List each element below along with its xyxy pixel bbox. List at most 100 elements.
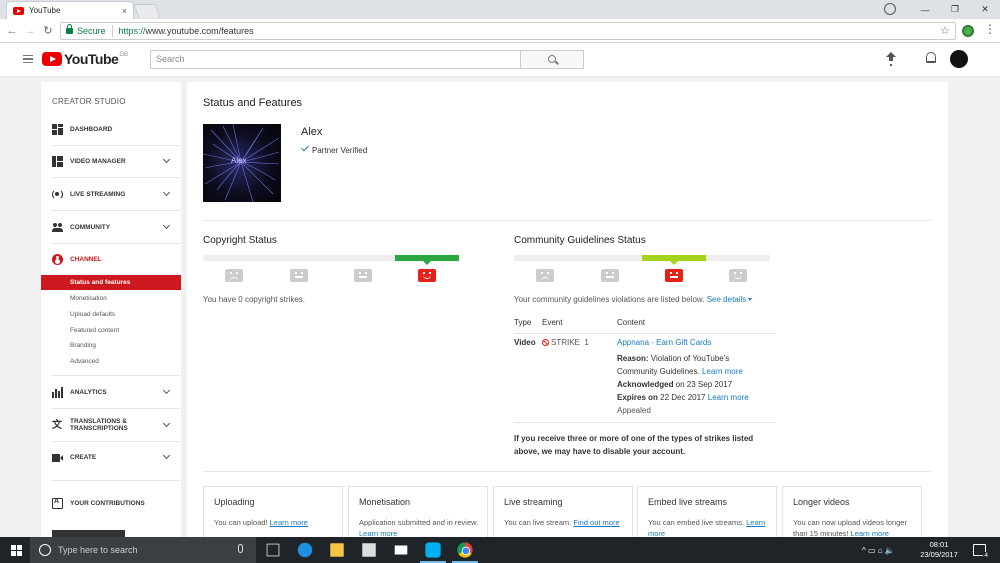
- see-details-link[interactable]: See details: [707, 295, 747, 304]
- chevron-down-icon[interactable]: [162, 188, 171, 197]
- card-text: Application submitted and in review. Lea…: [359, 517, 484, 537]
- caret-down-icon[interactable]: [748, 298, 753, 302]
- sidebar-divider: [52, 375, 180, 376]
- strike-ban-icon: [542, 339, 549, 346]
- edge-browser-icon[interactable]: [297, 542, 313, 558]
- strike-meter-segment-current: [395, 255, 459, 265]
- sidebar-item-video-manager[interactable]: VIDEO MANAGER: [41, 153, 181, 169]
- mail-icon[interactable]: [394, 545, 408, 555]
- feature-card-longer-videos[interactable]: Longer videos You can now upload videos …: [782, 486, 922, 537]
- store-icon[interactable]: [362, 543, 376, 557]
- back-arrow-icon[interactable]: ←: [4, 23, 20, 39]
- bookmark-star-icon[interactable]: ☆: [940, 24, 950, 37]
- analytics-icon: [52, 386, 63, 398]
- channel-thumbnail[interactable]: Alex: [203, 124, 281, 202]
- sidebar-subitem-upload-defaults[interactable]: Upload defaults: [41, 307, 181, 322]
- sidebar-item-dashboard[interactable]: DASHBOARD: [41, 121, 181, 137]
- url-scheme: https://: [118, 26, 146, 36]
- reload-icon[interactable]: ↻: [40, 23, 56, 39]
- reason-learn-more-link[interactable]: Learn more: [702, 367, 743, 376]
- skype-icon[interactable]: [425, 542, 441, 558]
- channel-icon: [52, 253, 63, 265]
- chevron-down-icon[interactable]: [162, 419, 171, 428]
- microphone-icon[interactable]: [238, 544, 243, 553]
- sidebar-item-analytics[interactable]: ANALYTICS: [41, 384, 181, 400]
- browser-profile-icon[interactable]: [884, 3, 896, 15]
- acknowledged-date: on 23 Sep 2017: [675, 380, 733, 389]
- system-tray-icons[interactable]: ^ ▭ ⌂ 🔈: [862, 546, 895, 555]
- youtube-logo[interactable]: YouTube GB: [42, 52, 128, 66]
- chevron-down-icon[interactable]: [162, 155, 171, 164]
- table-header-type: Type: [514, 318, 532, 327]
- sad-face-icon: [536, 269, 554, 282]
- partner-verified-label: Partner Verified: [312, 146, 368, 155]
- sidebar-subitem-advanced[interactable]: Advanced: [41, 354, 181, 369]
- card-find-out-more-link[interactable]: Find out more: [573, 518, 619, 527]
- restore-button[interactable]: ❐: [940, 4, 970, 15]
- sidebar-subitem-status-and-features[interactable]: Status and features: [41, 275, 181, 290]
- taskbar-clock[interactable]: 08:01 23/09/2017: [918, 540, 960, 560]
- card-text: You can now upload videos longer than 15…: [793, 517, 918, 537]
- extension-icon[interactable]: [962, 25, 974, 37]
- dashboard-icon: [52, 123, 63, 135]
- close-window-button[interactable]: ✕: [970, 4, 1000, 15]
- address-bar[interactable]: Secure https:// www.youtube.com/features: [60, 22, 956, 40]
- search-input[interactable]: Search: [150, 50, 520, 69]
- card-text: You can upload! Learn more: [214, 517, 339, 528]
- sidebar-item-channel[interactable]: CHANNEL: [41, 251, 181, 267]
- hamburger-menu-icon[interactable]: [23, 55, 33, 63]
- windows-start-icon[interactable]: [11, 545, 22, 556]
- sidebar-item-create[interactable]: CREATE: [41, 449, 181, 465]
- community-guidelines-title: Community Guidelines Status: [514, 235, 646, 246]
- url-path: www.youtube.com/features: [145, 26, 254, 36]
- action-center-icon[interactable]: 4: [973, 544, 989, 559]
- sidebar-bottom-button[interactable]: [52, 530, 125, 537]
- strike-type: Video: [514, 338, 536, 347]
- forward-arrow-icon[interactable]: →: [22, 23, 38, 39]
- minimize-button[interactable]: —: [910, 5, 940, 15]
- clock-date: 23/09/2017: [920, 550, 958, 559]
- feature-card-monetisation[interactable]: Monetisation Application submitted and i…: [348, 486, 488, 537]
- sidebar-divider: [52, 177, 180, 178]
- taskbar-search-box[interactable]: Type here to search: [30, 537, 256, 563]
- channel-thumb-label: Alex: [231, 156, 247, 165]
- happy-face-icon: [729, 269, 747, 282]
- channel-name: Alex: [301, 126, 323, 138]
- omnibox-separator: [111, 25, 113, 37]
- sidebar-divider: [52, 441, 180, 442]
- card-title: Longer videos: [793, 497, 850, 507]
- sidebar-subitem-branding[interactable]: Branding: [41, 338, 181, 353]
- browser-tab[interactable]: YouTube ×: [6, 1, 134, 19]
- sidebar-subitem-featured-content[interactable]: Featured content: [41, 323, 181, 338]
- feature-card-live-streaming[interactable]: Live streaming You can live stream. Find…: [493, 486, 633, 537]
- chevron-down-icon[interactable]: [162, 451, 171, 460]
- search-button[interactable]: [520, 50, 584, 69]
- chevron-down-icon[interactable]: [162, 386, 171, 395]
- task-view-icon[interactable]: [266, 543, 280, 557]
- sidebar-item-community[interactable]: COMMUNITY: [41, 219, 181, 235]
- sidebar-item-live-streaming[interactable]: LIVE STREAMING: [41, 186, 181, 202]
- card-learn-more-link[interactable]: Learn more: [359, 529, 397, 537]
- new-tab-button[interactable]: [133, 4, 161, 18]
- expires-date: 22 Dec 2017: [660, 393, 706, 402]
- youtube-favicon-icon: [13, 6, 24, 15]
- sidebar-item-your-contributions[interactable]: YOUR CONTRIBUTIONS: [41, 495, 181, 511]
- browser-menu-icon[interactable]: ⋮: [984, 22, 996, 36]
- card-description: Application submitted and in review.: [359, 518, 479, 527]
- strike-content-link[interactable]: Appnana - Earn Gift Cards: [617, 336, 767, 349]
- card-learn-more-link[interactable]: Learn more: [270, 518, 308, 527]
- sidebar-item-translations[interactable]: 文 TRANSLATIONS & TRANSCRIPTIONS: [41, 416, 181, 434]
- upload-icon[interactable]: [886, 52, 896, 64]
- expires-learn-more-link[interactable]: Learn more: [708, 393, 749, 402]
- sidebar-subitem-monetisation[interactable]: Monetisation: [41, 291, 181, 306]
- chrome-icon[interactable]: [457, 542, 473, 558]
- account-avatar[interactable]: [950, 50, 968, 68]
- tab-close-icon[interactable]: ×: [122, 6, 127, 16]
- card-learn-more-link[interactable]: Learn more: [851, 529, 889, 537]
- strike-meter-segment: [203, 255, 267, 261]
- feature-card-embed-live-streams[interactable]: Embed live streams You can embed live st…: [637, 486, 777, 537]
- notifications-bell-icon[interactable]: [926, 52, 936, 63]
- feature-card-uploading[interactable]: Uploading You can upload! Learn more: [203, 486, 343, 537]
- chevron-down-icon[interactable]: [162, 221, 171, 230]
- file-explorer-icon[interactable]: [330, 543, 344, 557]
